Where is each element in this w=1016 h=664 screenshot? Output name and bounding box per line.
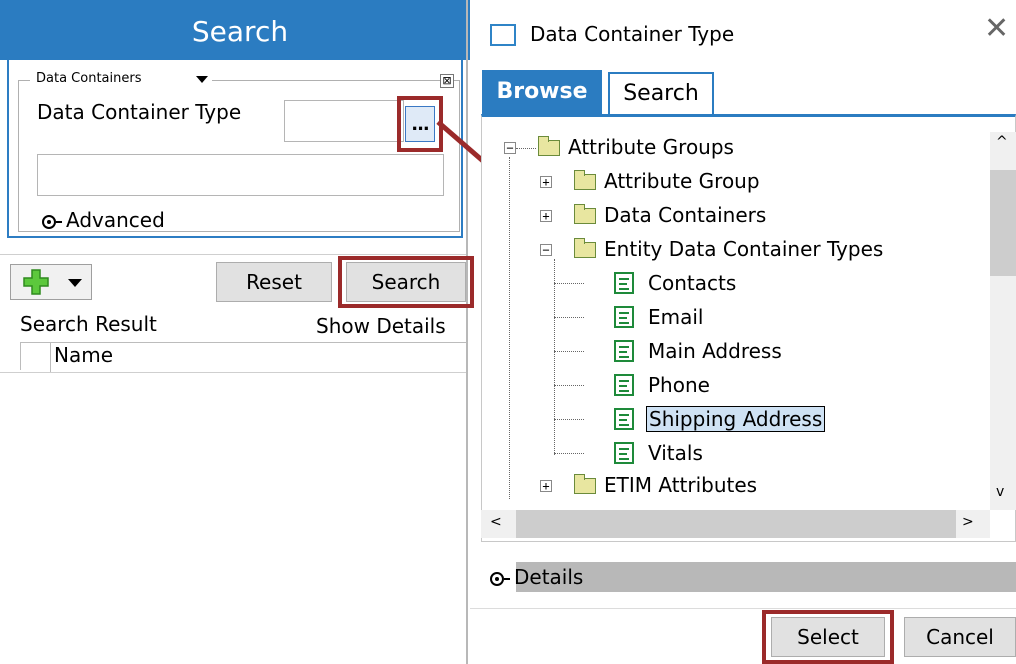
tree-item[interactable]: Attribute Group (604, 166, 760, 196)
collapse-icon[interactable]: − (540, 244, 552, 256)
show-details-link[interactable]: Show Details (316, 314, 446, 338)
divider (0, 372, 466, 373)
advanced-toggle[interactable]: Advanced (42, 208, 165, 232)
expand-indicator-icon (42, 214, 56, 229)
collapse-icon[interactable]: − (504, 142, 516, 154)
expand-icon[interactable]: + (540, 210, 552, 222)
scroll-right-icon[interactable]: > (962, 514, 974, 530)
tab-search[interactable]: Search (608, 72, 714, 114)
folder-icon (538, 136, 560, 156)
details-bar (516, 562, 1016, 592)
document-icon (614, 340, 634, 362)
scroll-up-icon[interactable]: ^ (996, 134, 1008, 150)
panel-divider (466, 0, 468, 664)
document-icon (614, 272, 634, 294)
dropdown-label: Data Containers (36, 71, 142, 86)
tree-item[interactable]: Main Address (648, 336, 782, 366)
tree-item[interactable]: Contacts (648, 268, 736, 298)
document-icon (614, 408, 634, 430)
divider (0, 254, 466, 255)
tree-item[interactable]: Phone (648, 370, 710, 400)
details-toggle[interactable]: Details (490, 562, 583, 592)
reset-button[interactable]: Reset (216, 262, 332, 302)
expand-indicator-icon (490, 571, 504, 586)
advanced-label: Advanced (66, 208, 165, 232)
search-panel-title: Search (0, 0, 470, 60)
select-button[interactable]: Select (771, 617, 885, 657)
selected-item-label: Shipping Address (646, 406, 826, 432)
horizontal-scroll-thumb[interactable] (516, 510, 956, 538)
column-separator (50, 342, 51, 372)
expand-icon[interactable]: + (540, 480, 552, 492)
tree-view[interactable]: − Attribute Groups + Attribute Group + D… (481, 114, 1016, 542)
tree-item[interactable]: Vitals (648, 438, 703, 468)
expand-icon[interactable]: + (540, 176, 552, 188)
tree-item[interactable]: Email (648, 302, 704, 332)
data-container-type-input[interactable] (284, 100, 404, 142)
tree-item[interactable]: Attribute Groups (568, 132, 734, 162)
data-containers-dropdown[interactable]: Data Containers (30, 68, 212, 90)
folder-icon (574, 238, 596, 258)
search-button[interactable]: Search (346, 262, 466, 302)
value-input[interactable] (37, 154, 444, 196)
window-icon (490, 24, 516, 46)
document-icon (614, 442, 634, 464)
cancel-button[interactable]: Cancel (904, 617, 1016, 657)
dropdown-arrow-icon (196, 76, 208, 83)
details-label: Details (514, 565, 584, 589)
document-icon (614, 374, 634, 396)
tree-item-selected[interactable]: Shipping Address (646, 404, 826, 434)
folder-icon (574, 474, 596, 494)
vertical-scroll-thumb[interactable] (990, 170, 1016, 276)
add-dropdown-arrow-icon (68, 279, 82, 287)
scroll-left-icon[interactable]: < (490, 514, 502, 530)
name-column-header[interactable]: Name (54, 343, 113, 367)
search-result-label: Search Result (20, 312, 157, 336)
close-icon[interactable]: ✕ (984, 14, 1009, 44)
divider (470, 608, 1016, 609)
green-plus-icon (23, 269, 49, 295)
tree-item[interactable]: ETIM Attributes (604, 470, 757, 500)
folder-icon (574, 204, 596, 224)
document-icon (614, 306, 634, 328)
tree-item[interactable]: Data Containers (604, 200, 766, 230)
dialog-title: Data Container Type (530, 22, 735, 46)
folder-icon (574, 170, 596, 190)
tab-browse[interactable]: Browse (482, 70, 602, 114)
scroll-down-icon[interactable]: v (996, 484, 1004, 500)
tree-item[interactable]: Entity Data Container Types (604, 234, 883, 264)
remove-criteria-icon[interactable]: ⊠ (440, 74, 454, 88)
data-container-type-label: Data Container Type (37, 100, 242, 124)
